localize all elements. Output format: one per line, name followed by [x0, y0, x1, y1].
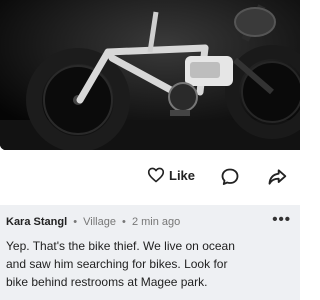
comment-author[interactable]: Kara Stangl [6, 216, 67, 228]
heart-icon [147, 167, 165, 183]
comment-card: Kara Stangl • Village • 2 min ago ••• Ye… [0, 205, 300, 300]
comment-line: and saw him searching for bikes. Look fo… [6, 257, 228, 271]
comment-body: Yep. That's the bike thief. We live on o… [6, 237, 298, 291]
like-label: Like [169, 167, 196, 183]
meta-separator: • [122, 216, 126, 228]
like-button[interactable]: Like [147, 167, 195, 183]
comment-meta: Kara Stangl • Village • 2 min ago [6, 216, 180, 228]
more-options-icon[interactable]: ••• [272, 212, 291, 227]
post-photo[interactable] [0, 0, 300, 150]
comment-line: Yep. That's the bike thief. We live on o… [6, 239, 235, 253]
comment-timestamp: 2 min ago [131, 216, 181, 228]
comment-line: bike behind restrooms at Magee park. [6, 275, 208, 289]
comment-icon[interactable] [220, 167, 240, 192]
post-actions-bar: Like [0, 150, 300, 202]
share-icon[interactable] [267, 167, 287, 192]
comment-neighborhood[interactable]: Village [83, 216, 116, 228]
meta-separator: • [73, 216, 78, 228]
bike-photo [0, 0, 300, 150]
